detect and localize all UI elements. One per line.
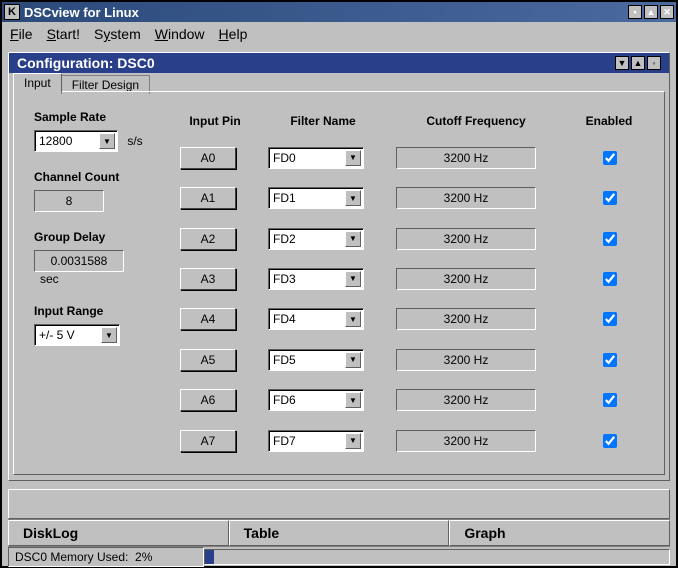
sub-close-icon[interactable]: ◦	[647, 56, 661, 70]
filter-name-select[interactable]: FD1▼	[268, 187, 364, 209]
config-subwindow: Configuration: DSC0 ▼ ▲ ◦ Input Filter D…	[8, 52, 670, 481]
filter-name-select[interactable]: FD3▼	[268, 268, 364, 290]
enabled-checkbox[interactable]	[603, 272, 617, 286]
cutoff-value: 3200 Hz	[396, 187, 536, 209]
app-menu-icon[interactable]: K	[4, 4, 20, 20]
sample-rate-select[interactable]: 12800 ▼	[34, 130, 118, 152]
input-range-label: Input Range	[34, 304, 150, 318]
tabs: Input Filter Design	[9, 73, 669, 92]
input-pin-button[interactable]: A7	[180, 430, 236, 452]
input-pin-button[interactable]: A2	[180, 228, 236, 250]
cutoff-value: 3200 Hz	[396, 349, 536, 371]
chevron-down-icon[interactable]: ▼	[345, 433, 361, 449]
cutoff-value: 3200 Hz	[396, 389, 536, 411]
tab-disklog[interactable]: DiskLog	[8, 520, 229, 546]
menu-start[interactable]: Start!	[47, 26, 80, 42]
chevron-down-icon[interactable]: ▼	[101, 327, 117, 343]
enabled-checkbox[interactable]	[603, 191, 617, 205]
enabled-checkbox[interactable]	[603, 232, 617, 246]
window-title: DSCview for Linux	[24, 5, 628, 20]
subwindow-title: Configuration: DSC0	[17, 55, 615, 71]
input-pin-button[interactable]: A5	[180, 349, 236, 371]
chevron-down-icon[interactable]: ▼	[99, 133, 115, 149]
maximize-icon[interactable]: ▲	[644, 5, 658, 19]
chevron-down-icon[interactable]: ▼	[345, 271, 361, 287]
header-cutoff: Cutoff Frequency	[396, 114, 556, 128]
filter-name-select[interactable]: FD5▼	[268, 349, 364, 371]
enabled-checkbox[interactable]	[603, 434, 617, 448]
close-icon[interactable]: ✕	[660, 5, 674, 19]
filter-name-select[interactable]: FD7▼	[268, 430, 364, 452]
cutoff-value: 3200 Hz	[396, 268, 536, 290]
app-window: K DSCview for Linux ▪ ▲ ✕ File Start! Sy…	[0, 0, 678, 568]
input-pin-button[interactable]: A3	[180, 268, 236, 290]
cutoff-value: 3200 Hz	[396, 308, 536, 330]
chevron-down-icon[interactable]: ▼	[345, 190, 361, 206]
group-delay-value: 0.0031588	[34, 250, 124, 272]
input-pin-button[interactable]: A1	[180, 187, 236, 209]
tab-panel-input: Sample Rate 12800 ▼ s/s Channel Count 8	[13, 91, 665, 475]
enabled-checkbox[interactable]	[603, 151, 617, 165]
filter-name-select[interactable]: FD0▼	[268, 147, 364, 169]
chevron-down-icon[interactable]: ▼	[345, 311, 361, 327]
chevron-down-icon[interactable]: ▼	[345, 392, 361, 408]
tab-graph[interactable]: Graph	[449, 520, 670, 546]
input-range-select[interactable]: +/- 5 V ▼	[34, 324, 120, 346]
menu-help[interactable]: Help	[219, 26, 248, 42]
memory-bar-fill	[205, 550, 214, 564]
menu-system[interactable]: System	[94, 26, 141, 42]
input-pin-button[interactable]: A0	[180, 147, 236, 169]
enabled-checkbox[interactable]	[603, 393, 617, 407]
channel-count-value: 8	[34, 190, 104, 212]
tab-table[interactable]: Table	[229, 520, 450, 546]
cutoff-value: 3200 Hz	[396, 147, 536, 169]
group-delay-label: Group Delay	[34, 230, 150, 244]
chevron-down-icon[interactable]: ▼	[345, 352, 361, 368]
chevron-down-icon[interactable]: ▼	[345, 150, 361, 166]
cutoff-value: 3200 Hz	[396, 430, 536, 452]
client-area: Configuration: DSC0 ▼ ▲ ◦ Input Filter D…	[2, 46, 676, 566]
header-filter-name: Filter Name	[268, 114, 378, 128]
channel-count-label: Channel Count	[34, 170, 150, 184]
status-label: DSC0 Memory Used: 2%	[8, 547, 204, 567]
enabled-checkbox[interactable]	[603, 312, 617, 326]
group-delay-unit: sec	[40, 272, 59, 286]
menu-window[interactable]: Window	[155, 26, 205, 42]
subwindow-titlebar[interactable]: Configuration: DSC0 ▼ ▲ ◦	[9, 53, 669, 73]
memory-bar	[204, 549, 670, 565]
minimize-icon[interactable]: ▪	[628, 5, 642, 19]
lower-panel	[8, 489, 670, 519]
statusbar: DSC0 Memory Used: 2%	[8, 546, 670, 566]
sub-minimize-icon[interactable]: ▼	[615, 56, 629, 70]
filter-name-select[interactable]: FD4▼	[268, 308, 364, 330]
bottom-tabs: DiskLog Table Graph	[8, 519, 670, 546]
menu-file[interactable]: File	[10, 26, 33, 42]
enabled-checkbox[interactable]	[603, 353, 617, 367]
filter-name-select[interactable]: FD2▼	[268, 228, 364, 250]
header-input-pin: Input Pin	[180, 114, 250, 128]
input-pin-button[interactable]: A6	[180, 389, 236, 411]
input-pin-button[interactable]: A4	[180, 308, 236, 330]
sample-rate-label: Sample Rate	[34, 110, 150, 124]
filter-name-select[interactable]: FD6▼	[268, 389, 364, 411]
menubar: File Start! System Window Help	[2, 22, 676, 46]
sub-maximize-icon[interactable]: ▲	[631, 56, 645, 70]
tab-input[interactable]: Input	[13, 73, 62, 92]
cutoff-value: 3200 Hz	[396, 228, 536, 250]
sample-rate-unit: s/s	[127, 134, 142, 148]
titlebar[interactable]: K DSCview for Linux ▪ ▲ ✕	[2, 2, 676, 22]
channel-grid: Input Pin Filter Name Cutoff Frequency E…	[180, 110, 644, 456]
chevron-down-icon[interactable]: ▼	[345, 231, 361, 247]
header-enabled: Enabled	[574, 114, 644, 128]
